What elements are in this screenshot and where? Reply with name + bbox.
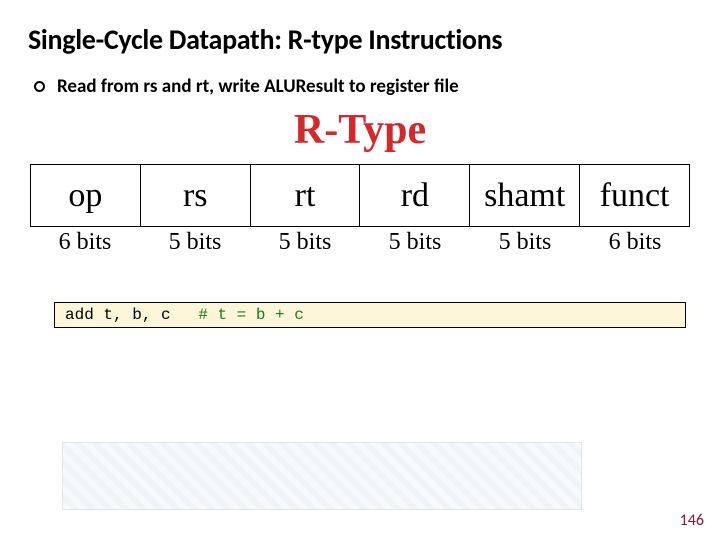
field-cell-rs: rs [140, 165, 250, 227]
field-cell-op: op [31, 165, 141, 227]
bits-label-funct: 6 bits [580, 229, 690, 256]
bits-label-rs: 5 bits [140, 229, 250, 256]
slide: Single-Cycle Datapath: R-type Instructio… [0, 0, 720, 540]
field-cell-shamt: shamt [470, 165, 580, 227]
instruction-field-table: op rs rt rd shamt funct [30, 164, 690, 227]
bits-label-op: 6 bits [30, 229, 140, 256]
bullet-text: Read from rs and rt, write ALUResult to … [57, 75, 459, 98]
table-row: op rs rt rd shamt funct [31, 165, 690, 227]
field-cell-funct: funct [580, 165, 690, 227]
rtype-heading-wrap: R-Type [28, 106, 692, 154]
field-cell-rd: rd [360, 165, 470, 227]
code-example: add t, b, c # t = b + c [54, 302, 686, 328]
bits-label-shamt: 5 bits [470, 229, 580, 256]
page-number: 146 [680, 511, 704, 530]
page-title: Single-Cycle Datapath: R-type Instructio… [28, 22, 692, 57]
bits-label-rd: 5 bits [360, 229, 470, 256]
bits-row: 6 bits 5 bits 5 bits 5 bits 5 bits 6 bit… [30, 229, 690, 256]
code-instruction: add t, b, c [65, 306, 171, 324]
code-comment: # t = b + c [198, 306, 304, 324]
bullet-icon [34, 81, 45, 92]
datapath-diagram-placeholder [62, 442, 582, 510]
bullet-item: Read from rs and rt, write ALUResult to … [28, 75, 692, 98]
bits-label-rt: 5 bits [250, 229, 360, 256]
field-cell-rt: rt [250, 165, 360, 227]
rtype-heading: R-Type [294, 107, 426, 153]
